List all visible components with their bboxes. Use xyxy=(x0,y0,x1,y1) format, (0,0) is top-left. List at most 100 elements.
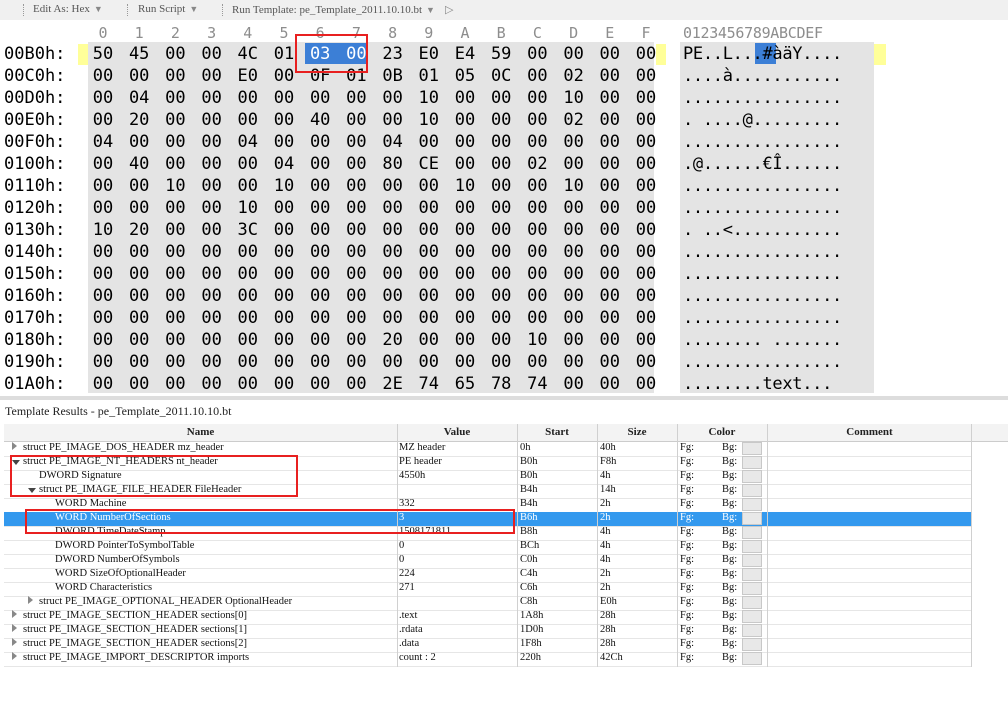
hex-byte[interactable]: 00 xyxy=(486,176,516,196)
hex-byte[interactable]: 00 xyxy=(522,88,552,108)
hex-byte[interactable]: 02 xyxy=(559,66,589,86)
hex-byte[interactable]: 00 xyxy=(160,308,190,328)
hex-byte[interactable]: 00 xyxy=(197,88,227,108)
hex-byte[interactable]: 00 xyxy=(269,352,299,372)
bg-color-swatch[interactable] xyxy=(742,526,762,539)
toolbar-grip[interactable] xyxy=(23,4,27,16)
bg-color-swatch[interactable] xyxy=(742,610,762,623)
hex-byte[interactable]: 00 xyxy=(378,264,408,284)
hex-byte[interactable]: 00 xyxy=(341,242,371,262)
hex-byte[interactable]: 00 xyxy=(88,198,118,218)
hex-byte[interactable]: 00 xyxy=(450,352,480,372)
hex-byte[interactable]: 00 xyxy=(631,154,661,174)
hex-byte[interactable]: 00 xyxy=(160,88,190,108)
hex-byte[interactable]: 00 xyxy=(595,286,625,306)
bg-color-swatch[interactable] xyxy=(742,512,762,525)
hex-byte[interactable]: 00 xyxy=(378,242,408,262)
bg-color-swatch[interactable] xyxy=(742,498,762,511)
edit-as-dropdown[interactable]: Edit As: Hex ▼ xyxy=(33,3,103,15)
hex-byte[interactable]: 00 xyxy=(124,242,154,262)
hex-byte[interactable]: 05 xyxy=(450,66,480,86)
hex-byte[interactable]: 00 xyxy=(486,330,516,350)
hex-byte[interactable]: 00 xyxy=(631,66,661,86)
hex-byte[interactable]: 00 xyxy=(341,154,371,174)
hex-byte[interactable]: 00 xyxy=(595,308,625,328)
hex-byte[interactable]: 04 xyxy=(124,88,154,108)
hex-byte[interactable]: 00 xyxy=(124,352,154,372)
hex-byte[interactable]: 00 xyxy=(305,154,335,174)
hex-byte[interactable]: 00 xyxy=(631,308,661,328)
hex-byte[interactable]: 10 xyxy=(414,110,444,130)
hex-byte[interactable]: 00 xyxy=(124,66,154,86)
hex-byte[interactable]: 00 xyxy=(522,264,552,284)
hex-byte[interactable]: 00 xyxy=(522,198,552,218)
collapsed-arrow-icon[interactable] xyxy=(28,596,33,604)
hex-byte[interactable]: 00 xyxy=(559,242,589,262)
hex-byte[interactable]: 00 xyxy=(160,330,190,350)
col-header-size[interactable]: Size xyxy=(597,426,677,438)
hex-byte[interactable]: 00 xyxy=(450,88,480,108)
ascii-row[interactable]: ................ xyxy=(683,198,842,218)
hex-byte[interactable]: 00 xyxy=(341,330,371,350)
hex-byte[interactable]: 00 xyxy=(631,44,661,64)
table-row[interactable]: struct PE_IMAGE_SECTION_HEADER sections[… xyxy=(4,610,972,625)
hex-byte[interactable]: 00 xyxy=(197,220,227,240)
ascii-row[interactable]: ................ xyxy=(683,352,842,372)
hex-byte[interactable]: 00 xyxy=(378,286,408,306)
hex-byte[interactable]: 00 xyxy=(269,110,299,130)
hex-byte[interactable]: 40 xyxy=(124,154,154,174)
ascii-row[interactable]: ........text... xyxy=(683,374,832,394)
hex-byte[interactable]: 00 xyxy=(450,242,480,262)
hex-byte[interactable]: 00 xyxy=(631,374,661,394)
hex-byte[interactable]: 00 xyxy=(414,352,444,372)
hex-byte[interactable]: 00 xyxy=(305,176,335,196)
hex-byte[interactable]: 00 xyxy=(88,264,118,284)
hex-byte[interactable]: 00 xyxy=(233,352,263,372)
hex-byte[interactable]: 00 xyxy=(341,132,371,152)
ascii-row[interactable]: . ....@......... xyxy=(683,110,842,130)
hex-byte[interactable]: 00 xyxy=(414,242,444,262)
hex-byte[interactable]: 00 xyxy=(631,330,661,350)
bg-color-swatch[interactable] xyxy=(742,484,762,497)
hex-byte[interactable]: 00 xyxy=(269,220,299,240)
hex-byte[interactable]: 00 xyxy=(305,88,335,108)
hex-byte[interactable]: 00 xyxy=(88,286,118,306)
hex-byte[interactable]: 00 xyxy=(595,88,625,108)
hex-byte[interactable]: 00 xyxy=(341,374,371,394)
ascii-row[interactable]: ................ xyxy=(683,242,842,262)
hex-byte[interactable]: 00 xyxy=(233,330,263,350)
hex-byte[interactable]: 00 xyxy=(341,88,371,108)
hex-byte[interactable]: 02 xyxy=(559,110,589,130)
hex-byte[interactable]: 00 xyxy=(595,374,625,394)
hex-byte[interactable]: E0 xyxy=(414,44,444,64)
col-header-value[interactable]: Value xyxy=(397,426,517,438)
hex-byte[interactable]: 00 xyxy=(197,132,227,152)
hex-byte[interactable]: 00 xyxy=(197,308,227,328)
hex-byte[interactable]: 00 xyxy=(341,198,371,218)
hex-byte[interactable]: 00 xyxy=(486,242,516,262)
hex-byte[interactable]: 00 xyxy=(341,176,371,196)
bg-color-swatch[interactable] xyxy=(742,596,762,609)
hex-byte[interactable]: 00 xyxy=(631,220,661,240)
table-row[interactable]: DWORD PointerToSymbolTable 0 BCh 4h Fg: Bg: xyxy=(4,540,972,555)
hex-byte[interactable]: 00 xyxy=(269,132,299,152)
hex-byte[interactable]: 00 xyxy=(595,176,625,196)
hex-byte[interactable]: 00 xyxy=(486,198,516,218)
ascii-row[interactable]: ................ xyxy=(683,286,842,306)
hex-byte[interactable]: 04 xyxy=(378,132,408,152)
hex-byte[interactable]: 00 xyxy=(522,110,552,130)
play-icon[interactable]: ▷ xyxy=(445,4,453,16)
hex-byte[interactable]: 10 xyxy=(522,330,552,350)
hex-byte[interactable]: 00 xyxy=(88,88,118,108)
hex-byte[interactable]: 10 xyxy=(559,88,589,108)
hex-byte[interactable]: 00 xyxy=(414,308,444,328)
hex-byte[interactable]: 10 xyxy=(414,88,444,108)
hex-byte[interactable]: 00 xyxy=(88,66,118,86)
hex-byte[interactable]: 00 xyxy=(631,110,661,130)
hex-byte[interactable]: 00 xyxy=(559,352,589,372)
hex-byte[interactable]: 00 xyxy=(305,286,335,306)
hex-byte[interactable]: 00 xyxy=(595,220,625,240)
hex-byte[interactable]: 00 xyxy=(305,242,335,262)
hex-byte[interactable]: 00 xyxy=(559,198,589,218)
hex-byte[interactable]: 00 xyxy=(486,110,516,130)
